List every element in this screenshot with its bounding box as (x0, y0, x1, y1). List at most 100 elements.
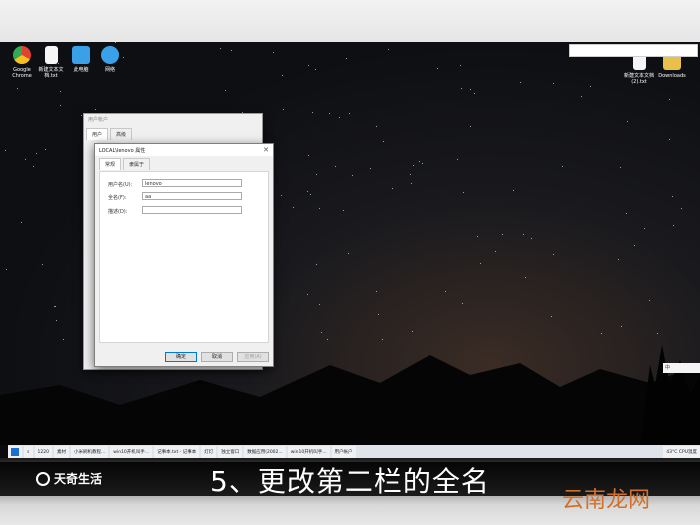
star (315, 173, 317, 175)
star (55, 319, 57, 321)
taskbar-item[interactable]: 数据应用(2002... (244, 446, 286, 458)
star (24, 158, 26, 160)
star (553, 82, 555, 84)
star (5, 268, 7, 270)
star (512, 189, 514, 191)
star (283, 108, 285, 110)
taskbar: ⌕ 1220 素材 小米刷机教程... win10开机叫手... 记事本.txt - 记… (8, 445, 700, 459)
star (60, 105, 62, 107)
taskbar-item[interactable]: 记事本.txt - 记事本 (154, 446, 200, 458)
star (590, 85, 592, 87)
search-icon: ⌕ (27, 450, 30, 455)
general-panel: 用户名(U): lenovo 全名(F): aa 描述(D): (99, 171, 269, 343)
star (581, 95, 583, 97)
user-properties-dialog: LOCAL\lenovo 属性 ✕ 常规 隶属于 用户名(U): lenovo … (94, 143, 274, 367)
tab-advanced[interactable]: 高级 (110, 128, 133, 140)
taskbar-item[interactable]: win10开机叫手... (110, 446, 153, 458)
search-button[interactable]: ⌕ (24, 446, 33, 458)
star (551, 316, 553, 318)
star (461, 88, 463, 90)
ime-indicator[interactable]: 中 (663, 363, 700, 373)
desktop-icon-label: Google Chrome (12, 67, 32, 79)
fullname-field[interactable]: aa (142, 192, 242, 200)
star (375, 291, 377, 293)
star (523, 234, 525, 236)
start-button[interactable] (8, 446, 22, 458)
star (501, 233, 503, 235)
star (231, 50, 233, 52)
desktop-icon-label: 新建文本文档 (2).txt (623, 73, 654, 85)
star (463, 191, 465, 193)
ok-button[interactable]: 确定 (165, 352, 197, 362)
star (348, 112, 350, 114)
star (224, 89, 226, 91)
star (520, 81, 522, 83)
star (673, 224, 675, 226)
star (388, 49, 390, 51)
star (369, 168, 371, 170)
star (307, 155, 309, 157)
star (311, 111, 313, 113)
star (315, 263, 317, 265)
logo-text: 天奇生活 (54, 472, 103, 486)
star (282, 74, 284, 76)
cancel-button[interactable]: 取消 (201, 352, 233, 362)
watermark: 云南龙网 (562, 488, 651, 513)
star (680, 208, 682, 210)
desktop-icon-label: 新建文本文 档.txt (38, 67, 64, 79)
star (671, 196, 673, 198)
taskbar-item[interactable]: 1220 (34, 446, 52, 458)
username-field[interactable]: lenovo (142, 179, 242, 187)
description-field[interactable] (142, 206, 242, 214)
star (308, 64, 310, 66)
star (436, 67, 438, 69)
star (59, 90, 61, 92)
desktop-icon-label: Downloads (658, 73, 686, 79)
desktop-icon-text-file[interactable]: 新建文本文 档.txt (34, 46, 68, 79)
star (17, 88, 19, 90)
star (648, 300, 650, 302)
star (462, 302, 464, 304)
taskbar-item[interactable]: 用户帐户 (331, 446, 356, 458)
tab-member-of[interactable]: 隶属于 (123, 158, 151, 170)
taskbar-item[interactable]: 小米刷机教程... (70, 446, 109, 458)
star (343, 210, 345, 212)
logo-mark-icon (36, 471, 50, 486)
windows-icon (11, 448, 19, 456)
taskbar-item[interactable]: 独立窗口 (218, 446, 243, 458)
fullname-label: 全名(F): (108, 195, 127, 201)
star (20, 222, 22, 224)
tab-general[interactable]: 常规 (99, 158, 122, 170)
star (375, 125, 377, 127)
search-box[interactable] (569, 44, 698, 57)
apply-button[interactable]: 应用(A) (237, 352, 269, 362)
star (319, 303, 321, 305)
caption-text: 5、更改第二栏的全名 (210, 465, 490, 498)
description-label: 描述(D): (108, 209, 128, 215)
computer-icon (72, 46, 90, 64)
star (4, 149, 6, 151)
tray-cpu-temp[interactable]: 43°C CPU温度 (663, 446, 700, 458)
star (668, 98, 670, 100)
desktop-icon-network[interactable]: 网络 (93, 46, 127, 73)
tab-users[interactable]: 用户 (86, 128, 109, 140)
dialog-title: LOCAL\lenovo 属性 (99, 147, 146, 154)
star (476, 236, 478, 238)
star (80, 115, 82, 117)
window-title: 用户帐户 (88, 117, 109, 123)
star (411, 182, 413, 184)
star (115, 42, 117, 44)
close-icon[interactable]: ✕ (263, 146, 269, 154)
text-file-icon (44, 46, 58, 64)
taskbar-item[interactable]: win10开机叫手... (287, 446, 330, 458)
star (377, 313, 379, 315)
taskbar-item[interactable]: 素材 (53, 446, 69, 458)
star (44, 148, 46, 150)
logo: 天奇生活 (36, 470, 102, 487)
star (422, 162, 424, 164)
taskbar-item[interactable]: 灯灯 (201, 446, 217, 458)
star (345, 57, 347, 59)
star (634, 245, 636, 247)
desktop-icon-label: 网络 (104, 67, 115, 73)
desktop-icon-label: 此电脑 (73, 67, 89, 73)
